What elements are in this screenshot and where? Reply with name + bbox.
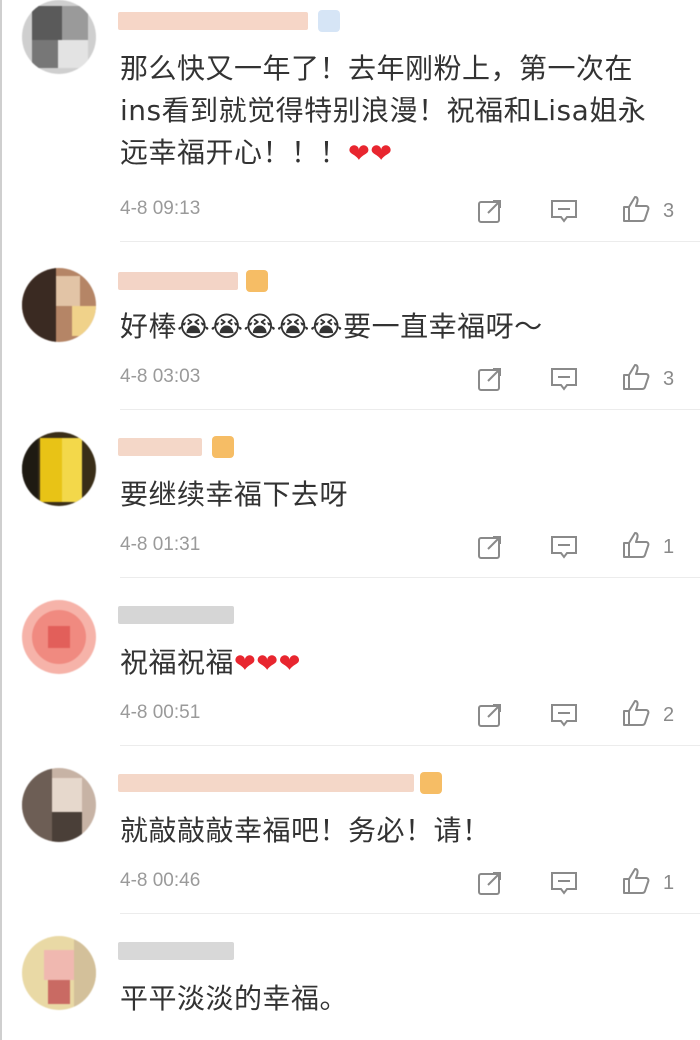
username-blurred[interactable] — [118, 606, 234, 624]
comment-text: 要继续幸福下去呀 — [120, 478, 349, 511]
like-count: 3 — [663, 368, 675, 390]
avatar[interactable] — [22, 268, 96, 342]
like-count: 1 — [663, 536, 675, 558]
comment-icon[interactable] — [549, 700, 579, 730]
comment-icon[interactable] — [549, 532, 579, 562]
comment-item: 平平淡淡的幸福。 — [0, 914, 700, 1040]
comment-icon[interactable] — [549, 868, 579, 898]
share-icon[interactable] — [475, 196, 505, 226]
user-badge — [420, 772, 442, 794]
comment-timestamp: 4-8 01:31 — [120, 534, 201, 555]
comment-icon[interactable] — [549, 364, 579, 394]
username-blurred[interactable] — [118, 12, 308, 30]
comment-feed: 那么快又一年了！去年刚粉上，第一次在ins看到就觉得特别浪漫！祝福和Lisa姐永… — [0, 0, 700, 1040]
username-blurred[interactable] — [118, 272, 238, 290]
comment-item: 祝福祝福❤❤❤ 4-8 00:51 2 — [0, 578, 700, 746]
like-icon[interactable] — [621, 362, 651, 392]
username-blurred[interactable] — [118, 774, 414, 792]
comment-timestamp: 4-8 03:03 — [120, 366, 201, 387]
user-badge — [246, 270, 268, 292]
share-icon[interactable] — [475, 532, 505, 562]
avatar[interactable] — [22, 0, 96, 74]
like-icon[interactable] — [621, 194, 651, 224]
avatar[interactable] — [22, 600, 96, 674]
like-icon[interactable] — [621, 698, 651, 728]
like-count: 3 — [663, 200, 675, 222]
share-icon[interactable] — [475, 868, 505, 898]
comment-timestamp: 4-8 09:13 — [120, 198, 201, 219]
like-icon[interactable] — [621, 530, 651, 560]
like-icon[interactable] — [621, 866, 651, 896]
like-count: 1 — [663, 872, 675, 894]
comment-text: 祝福祝福❤❤❤ — [120, 646, 301, 679]
username-blurred[interactable] — [118, 438, 202, 456]
comment-text: 好棒😭😭😭😭😭要一直幸福呀～ — [120, 310, 543, 343]
share-icon[interactable] — [475, 364, 505, 394]
comment-text: 那么快又一年了！去年刚粉上，第一次在ins看到就觉得特别浪漫！祝福和Lisa姐永… — [120, 52, 647, 169]
avatar[interactable] — [22, 768, 96, 842]
username-blurred[interactable] — [118, 942, 234, 960]
user-badge — [212, 436, 234, 458]
share-icon[interactable] — [475, 700, 505, 730]
comment-text: 就敲敲敲幸福吧！务必！请！ — [120, 814, 491, 847]
avatar[interactable] — [22, 936, 96, 1010]
comment-item: 好棒😭😭😭😭😭要一直幸福呀～ 4-8 03:03 3 — [0, 242, 700, 410]
comment-timestamp: 4-8 00:46 — [120, 870, 201, 891]
comment-text: 平平淡淡的幸福。 — [120, 982, 349, 1015]
comment-item: 那么快又一年了！去年刚粉上，第一次在ins看到就觉得特别浪漫！祝福和Lisa姐永… — [0, 0, 700, 242]
comment-icon[interactable] — [549, 196, 579, 226]
user-badge — [318, 10, 340, 32]
comment-timestamp: 4-8 00:51 — [120, 702, 201, 723]
avatar[interactable] — [22, 432, 96, 506]
like-count: 2 — [663, 704, 675, 726]
comment-item: 要继续幸福下去呀 4-8 01:31 1 — [0, 410, 700, 578]
comment-item: 就敲敲敲幸福吧！务必！请！ 4-8 00:46 1 — [0, 746, 700, 914]
